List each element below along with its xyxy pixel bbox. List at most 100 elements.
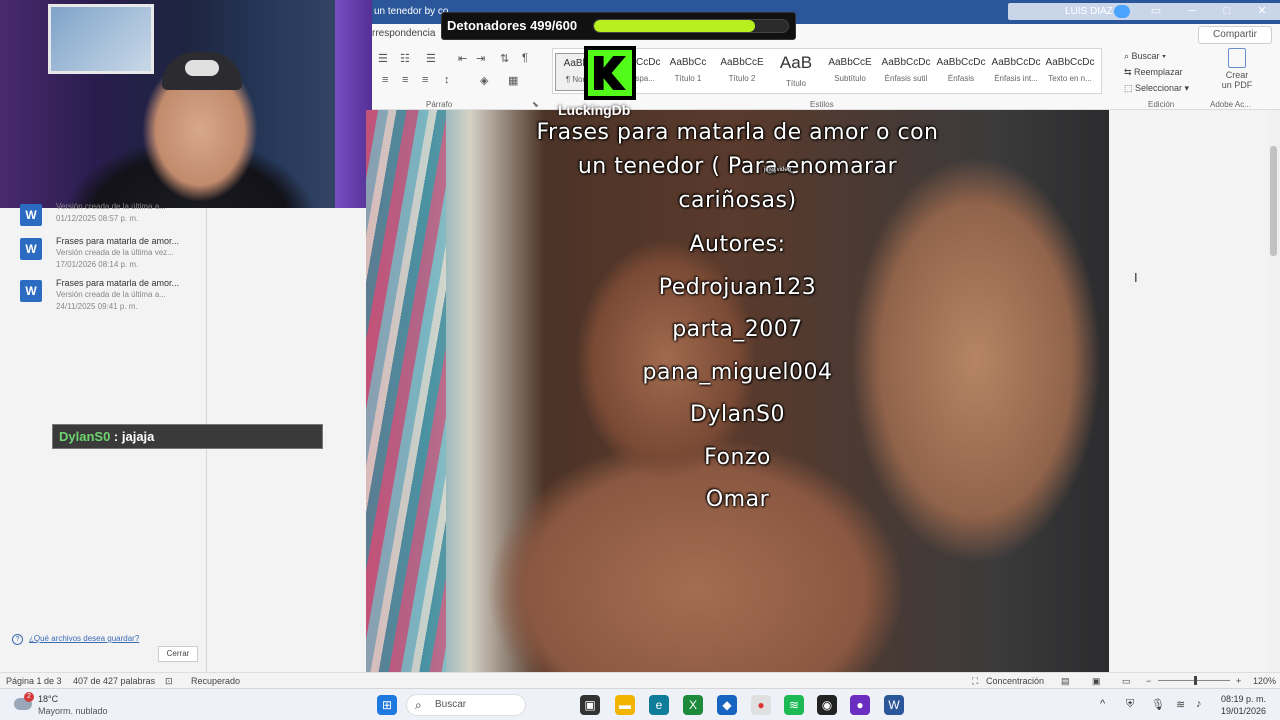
edge-icon[interactable]: e (649, 695, 669, 715)
style-titulo-1[interactable]: AaBbCc Título 1 (661, 53, 715, 91)
decrease-indent-icon[interactable]: ⇤ (458, 52, 467, 65)
file-explorer-icon[interactable]: ▬ (615, 695, 635, 715)
weather-temp: 18°C (38, 694, 59, 704)
document-heading: Frases para matarla de amor o con un ten… (366, 116, 1109, 218)
microphone-icon[interactable]: 🎙 (1151, 698, 1165, 711)
align-left-icon[interactable]: ≡ (382, 74, 388, 86)
bullets-icon[interactable]: ☰ (378, 52, 388, 65)
word-file-icon: W (20, 238, 42, 260)
accessibility-icon[interactable]: ⊡ (165, 676, 173, 687)
heading-line-2: un tenedor ( Para enomarar (577, 154, 898, 179)
pilcrow-icon[interactable]: ¶ (522, 52, 528, 64)
jitter-watermark: jitter.video (762, 167, 794, 173)
line-spacing-icon[interactable]: ↕ (444, 74, 450, 86)
recovered-status: Recuperado (191, 676, 241, 686)
scrollbar-thumb[interactable] (1270, 146, 1277, 256)
detonadores-label: Detonadores 499/600 (447, 18, 578, 33)
author-item: Pedrojuan123 (658, 274, 817, 300)
store-icon[interactable]: ◆ (717, 695, 737, 715)
wifi-icon[interactable]: ≋ (1176, 698, 1185, 711)
style-titulo[interactable]: AaB Título (769, 53, 823, 91)
status-bar: Página 1 de 3 407 de 427 palabras ⊡ Recu… (0, 672, 1280, 688)
create-pdf-button[interactable]: Crear un PDF (1212, 48, 1262, 90)
obs-icon[interactable]: ◉ (817, 695, 837, 715)
group-adobe-label: Adobe Ac... (1210, 100, 1251, 109)
zoom-out-icon[interactable]: − (1146, 676, 1151, 686)
kick-channel-name: LuckingDb (558, 102, 631, 118)
zoom-level[interactable]: 120% (1253, 676, 1276, 686)
numbering-icon[interactable]: ☷ (400, 52, 410, 65)
word-file-icon: W (20, 204, 42, 226)
style-enfasis-sutil[interactable]: AaBbCcDc Énfasis sutil (879, 53, 933, 91)
task-view-icon[interactable]: ▣ (580, 695, 600, 715)
start-icon[interactable]: ⊞ (377, 695, 397, 715)
close-window-button[interactable]: ✕ (1254, 4, 1270, 18)
zoom-slider-thumb[interactable] (1194, 676, 1197, 685)
cap-logo (185, 60, 219, 76)
focus-mode[interactable]: Concentración (986, 676, 1044, 686)
sort-icon[interactable]: ⇅ (500, 52, 509, 65)
find-button[interactable]: ⌕ Buscar ▾ (1124, 48, 1204, 64)
taskbar-search[interactable]: ⌕ Buscar (406, 694, 526, 716)
chat-text: jajaja (121, 429, 155, 444)
chat-username: DylanS0 (59, 429, 111, 444)
spotify-icon[interactable]: ≋ (784, 695, 804, 715)
create-pdf-label-1: Crear (1225, 70, 1249, 80)
chrome-icon[interactable]: ● (751, 695, 771, 715)
replace-button[interactable]: ⇆ Reemplazar (1124, 64, 1204, 80)
volume-icon[interactable]: ♪ (1196, 698, 1202, 710)
minimize-button[interactable]: ─ (1184, 4, 1200, 18)
shading-icon[interactable]: ◈ (480, 74, 488, 87)
security-icon[interactable]: ⛨ (1126, 698, 1134, 711)
web-layout-icon[interactable]: ▭ (1122, 676, 1131, 687)
chat-separator: : (110, 429, 122, 444)
borders-icon[interactable]: ▦ (508, 74, 518, 87)
search-icon: ⌕ (415, 698, 422, 712)
multilevel-icon[interactable]: ☰ (426, 52, 436, 65)
word-icon[interactable]: W (884, 695, 904, 715)
vertical-scrollbar[interactable] (1268, 110, 1280, 672)
chat-message: DylanS0 : jajaja (52, 424, 323, 449)
select-button[interactable]: ⬚ Seleccionar ▾ (1124, 80, 1204, 96)
page-count[interactable]: Página 1 de 3 (6, 676, 62, 686)
style-enfasis-intenso[interactable]: AaBbCcDc Énfasis int... (989, 53, 1043, 91)
user-name[interactable]: LUIS DIAZ (1065, 6, 1113, 17)
version-item[interactable]: W Frases para matarla de amor... Versión… (20, 236, 206, 272)
share-button[interactable]: Compartir (1198, 26, 1272, 44)
clock-date: 19/01/2026 (1220, 706, 1266, 716)
zoom-in-icon[interactable]: + (1236, 676, 1241, 686)
help-link[interactable]: ? ¿Qué archivos desea guardar? (12, 634, 139, 645)
detonadores-fill (594, 20, 756, 32)
avatar[interactable] (1114, 5, 1130, 18)
title-search-box[interactable] (1008, 3, 1280, 20)
read-mode-icon[interactable]: ▤ (1061, 676, 1070, 687)
document-text: Frases para matarla de amor o con un ten… (366, 116, 1109, 522)
style-texto-en-negrita[interactable]: AaBbCcDc Texto en n... (1043, 53, 1097, 91)
chevron-up-icon[interactable]: ^ (1100, 698, 1105, 710)
version-item[interactable]: W Versión creada de la última a... 01/12… (20, 202, 206, 238)
dialog-launcher-icon[interactable]: ⬊ (532, 100, 539, 109)
word-count[interactable]: 407 de 427 palabras (73, 676, 155, 686)
clock[interactable]: 08:19 p. m. 19/01/2026 (1214, 693, 1266, 717)
align-center-icon[interactable]: ≡ (402, 74, 408, 86)
increase-indent-icon[interactable]: ⇥ (476, 52, 485, 65)
focus-icon[interactable]: ⛶ (972, 676, 978, 687)
word-file-icon: W (20, 280, 42, 302)
excel-icon[interactable]: X (683, 695, 703, 715)
style-enfasis[interactable]: AaBbCcDc Énfasis (934, 53, 988, 91)
style-subtitulo[interactable]: AaBbCcE Subtítulo (823, 53, 877, 91)
style-titulo-2[interactable]: AaBbCcE Título 2 (715, 53, 769, 91)
close-button[interactable]: Cerrar (158, 646, 198, 662)
weather-condition: Mayorm. nublado (38, 706, 108, 716)
ribbon-display-icon[interactable]: ▭ (1148, 4, 1164, 18)
print-layout-icon[interactable]: ▣ (1092, 676, 1101, 687)
pdf-icon (1228, 48, 1246, 68)
tab-correspondencia[interactable]: rrespondencia (372, 28, 435, 39)
detonadores-progress: Detonadores 499/600 (441, 12, 796, 40)
app-icon[interactable]: ● (850, 695, 870, 715)
align-right-icon[interactable]: ≡ (422, 74, 428, 86)
maximize-button[interactable]: □ (1219, 4, 1235, 18)
version-item[interactable]: W Frases para matarla de amor... Versión… (20, 278, 206, 314)
help-label: ¿Qué archivos desea guardar? (29, 634, 140, 643)
notification-badge: 2 (24, 692, 34, 702)
